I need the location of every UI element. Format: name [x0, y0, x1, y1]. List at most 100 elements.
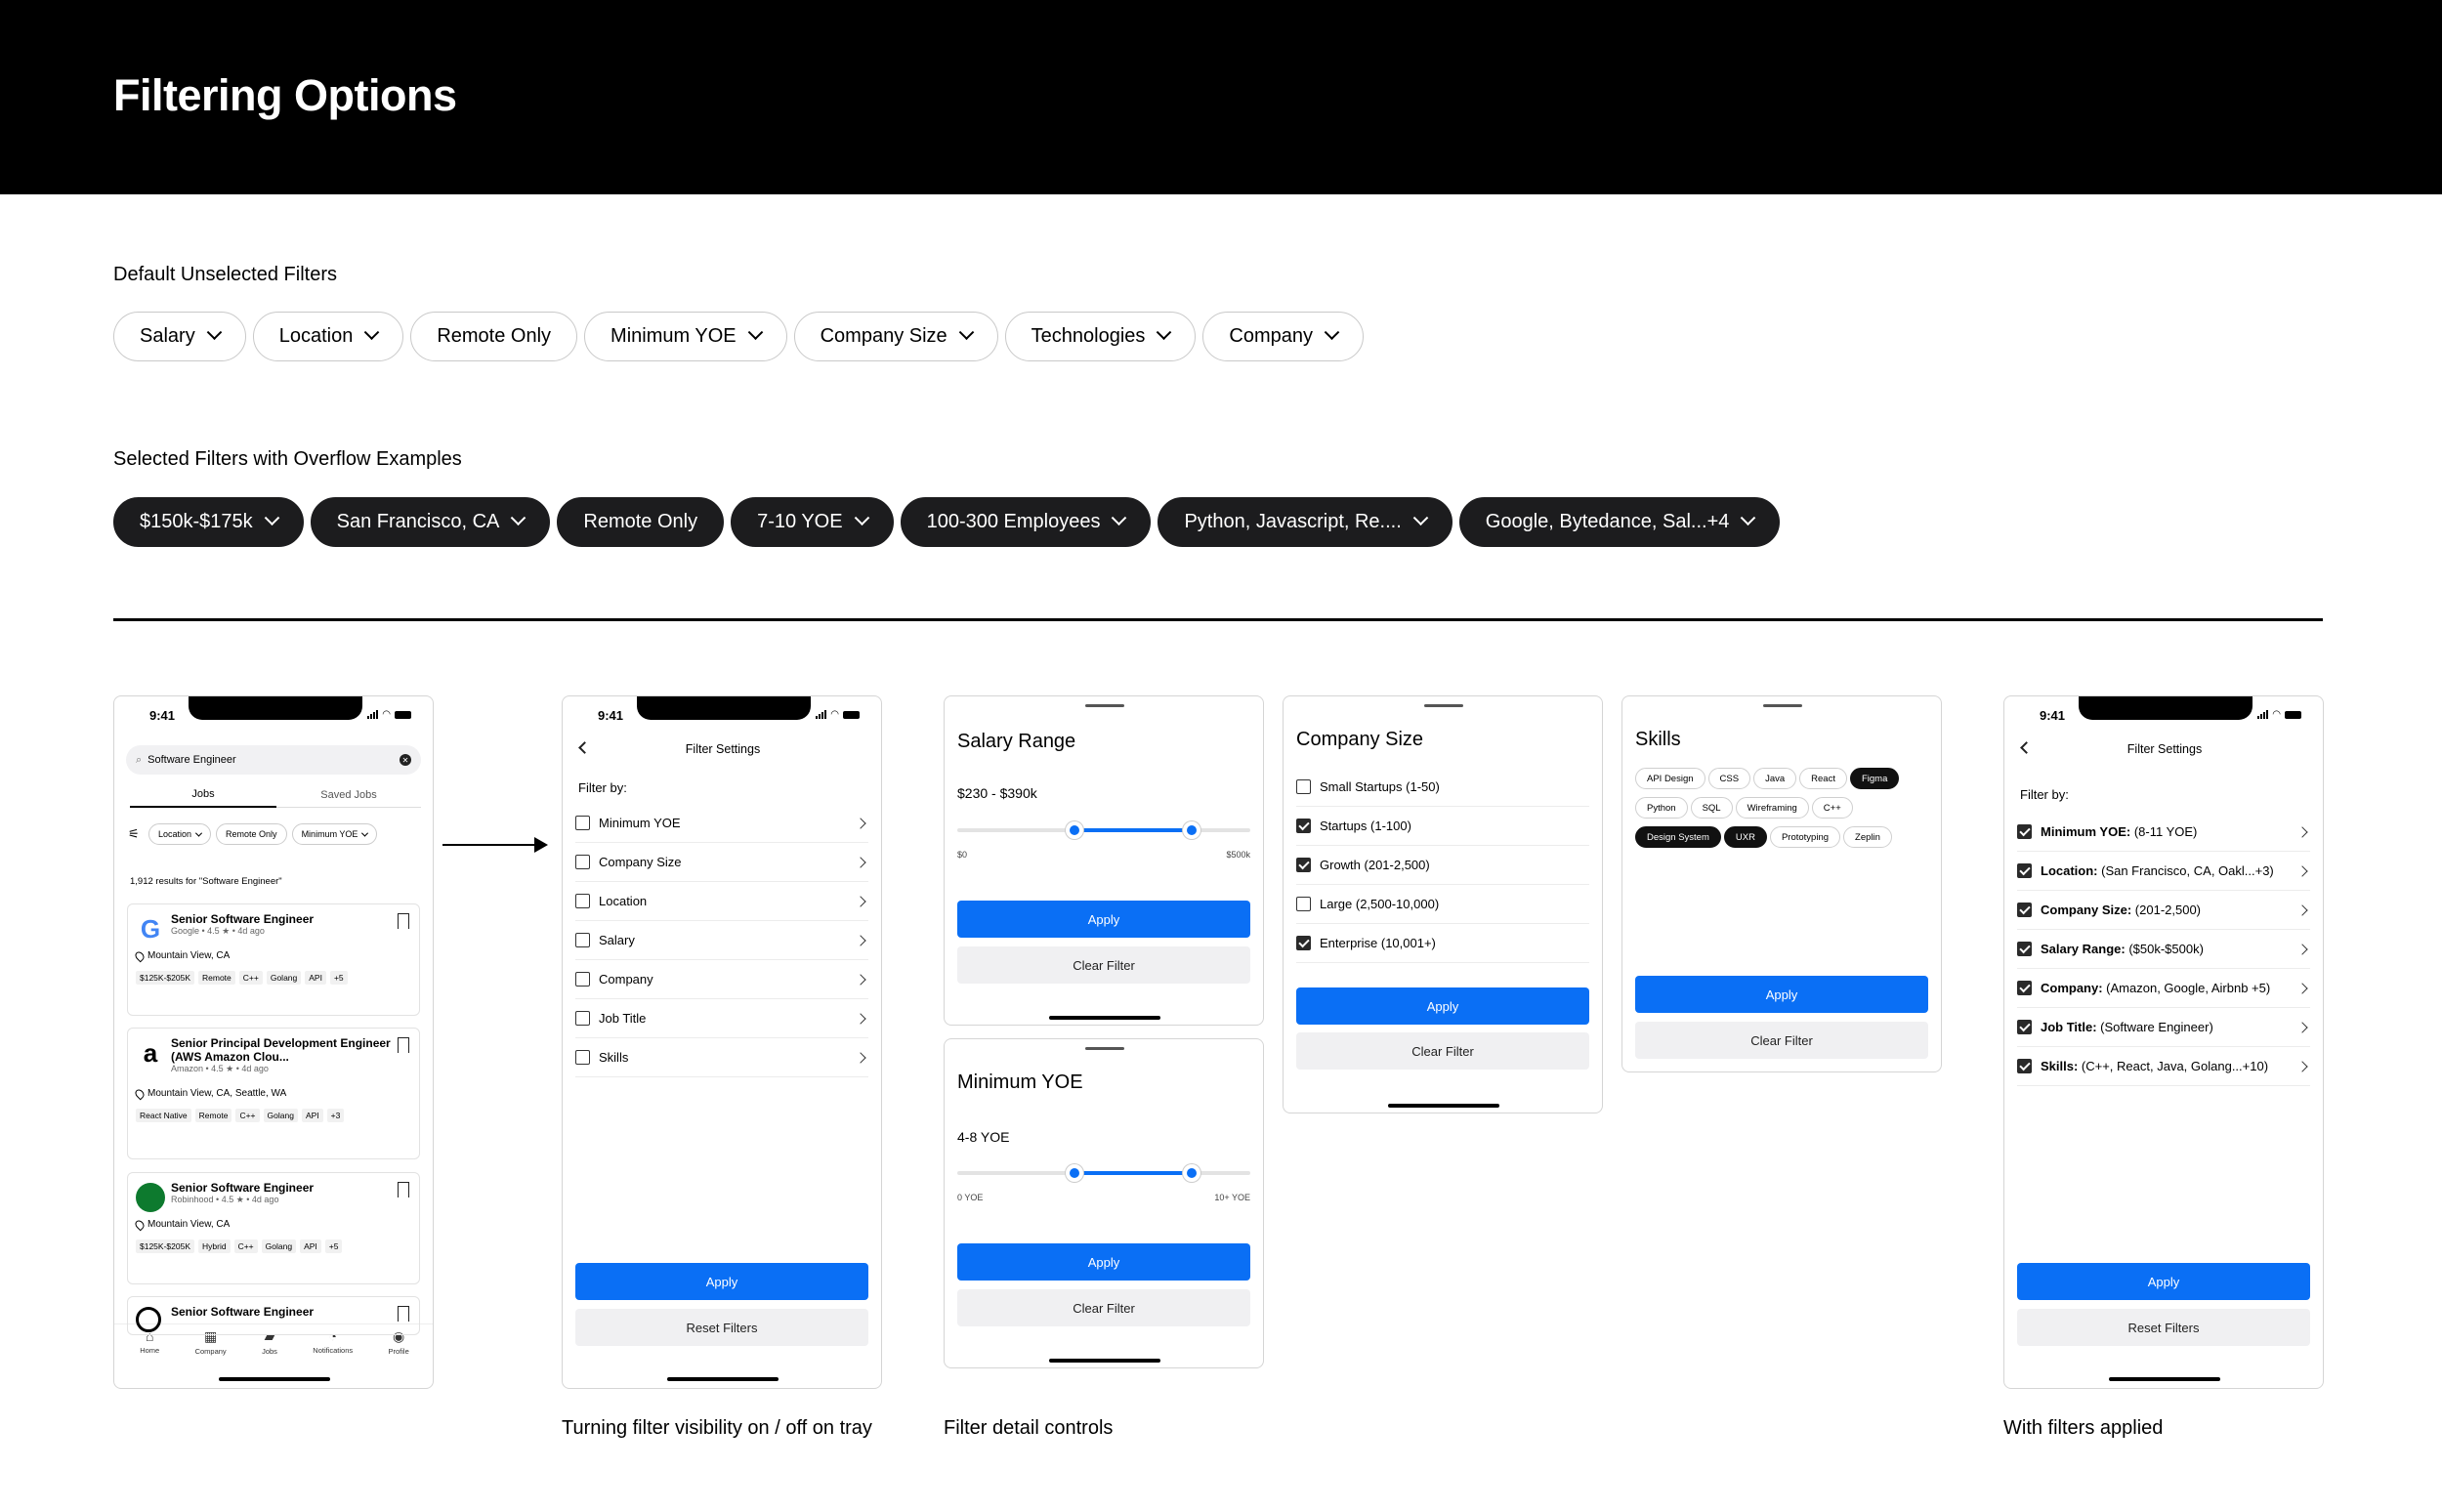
- filter-settings-icon[interactable]: ⚟: [128, 826, 144, 842]
- applied-filter-row[interactable]: Job Title: (Software Engineer): [2017, 1008, 2310, 1047]
- checkbox[interactable]: [575, 855, 590, 869]
- apply-button[interactable]: Apply: [1635, 976, 1928, 1013]
- bookmark-icon[interactable]: [398, 913, 409, 929]
- applied-filter-row[interactable]: Skills: (C++, React, Java, Golang...+10): [2017, 1047, 2310, 1086]
- grab-handle[interactable]: [1763, 704, 1802, 707]
- skill-tag[interactable]: Java: [1753, 768, 1797, 789]
- filter-chip-remote-only[interactable]: Remote Only: [410, 312, 578, 361]
- skill-tag[interactable]: Zeplin: [1843, 826, 1892, 848]
- clear-filter-button[interactable]: Clear Filter: [1296, 1032, 1589, 1070]
- checkbox-checked[interactable]: [2017, 824, 2032, 839]
- filter-chip-salary[interactable]: Salary: [113, 312, 246, 361]
- tab-jobs[interactable]: Jobs: [130, 782, 276, 808]
- checkbox-checked[interactable]: [1296, 936, 1311, 950]
- job-card[interactable]: Senior Software Engineer: [127, 1296, 420, 1335]
- checkbox[interactable]: [575, 1011, 590, 1026]
- checkbox[interactable]: [575, 894, 590, 908]
- selected-filter-chip[interactable]: Python, Javascript, Re....: [1158, 497, 1453, 547]
- skill-tag[interactable]: Prototyping: [1769, 826, 1841, 848]
- selected-filter-chip[interactable]: San Francisco, CA: [310, 497, 551, 547]
- checkbox[interactable]: [575, 933, 590, 947]
- skill-tag[interactable]: SQL: [1690, 797, 1733, 819]
- filter-chip-technologies[interactable]: Technologies: [1004, 312, 1197, 361]
- bookmark-icon[interactable]: [398, 1306, 409, 1322]
- filter-row-minimum-yoe[interactable]: Minimum YOE: [575, 804, 868, 843]
- skill-tag[interactable]: Figma: [1849, 768, 1900, 789]
- filter-row-salary[interactable]: Salary: [575, 921, 868, 960]
- skill-tag[interactable]: CSS: [1707, 768, 1751, 789]
- checkbox[interactable]: [575, 1050, 590, 1065]
- reset-filters-button[interactable]: Reset Filters: [575, 1309, 868, 1346]
- skill-tag[interactable]: API Design: [1635, 768, 1705, 789]
- salary-slider[interactable]: [957, 821, 1250, 839]
- apply-button[interactable]: Apply: [575, 1263, 868, 1300]
- skill-tag[interactable]: React: [1799, 768, 1847, 789]
- checkbox-checked[interactable]: [2017, 942, 2032, 956]
- filter-chip-minimum-yoe[interactable]: Minimum YOE: [584, 312, 787, 361]
- tab-saved-jobs[interactable]: Saved Jobs: [276, 782, 421, 808]
- company-size-option[interactable]: Enterprise (10,001+): [1296, 924, 1589, 963]
- applied-filter-row[interactable]: Location: (San Francisco, CA, Oakl...+3): [2017, 852, 2310, 891]
- apply-button[interactable]: Apply: [957, 901, 1250, 938]
- checkbox[interactable]: [575, 972, 590, 987]
- apply-button[interactable]: Apply: [957, 1243, 1250, 1281]
- company-size-option[interactable]: Large (2,500-10,000): [1296, 885, 1589, 924]
- filter-chip-location[interactable]: Location: [252, 312, 404, 361]
- slider-handle-min[interactable]: [1066, 821, 1083, 839]
- checkbox[interactable]: [575, 816, 590, 830]
- checkbox-checked[interactable]: [2017, 981, 2032, 995]
- company-size-option[interactable]: Small Startups (1-50): [1296, 768, 1589, 807]
- selected-filter-chip[interactable]: $150k-$175k: [113, 497, 304, 547]
- skill-tag[interactable]: Python: [1635, 797, 1688, 819]
- slider-handle-max[interactable]: [1183, 821, 1200, 839]
- filter-row-location[interactable]: Location: [575, 882, 868, 921]
- skill-tag[interactable]: UXR: [1723, 826, 1767, 848]
- bookmark-icon[interactable]: [398, 1182, 409, 1197]
- job-card[interactable]: Senior Software Engineer Robinhood • 4.5 …: [127, 1172, 420, 1284]
- filter-chip-company[interactable]: Company: [1202, 312, 1365, 361]
- applied-filter-row[interactable]: Company: (Amazon, Google, Airbnb +5): [2017, 969, 2310, 1008]
- search-filter-chip[interactable]: Location: [148, 823, 212, 845]
- selected-filter-chip[interactable]: Remote Only: [557, 497, 725, 547]
- search-filter-chip[interactable]: Remote Only: [216, 823, 287, 845]
- filter-row-company-size[interactable]: Company Size: [575, 843, 868, 882]
- checkbox[interactable]: [1296, 779, 1311, 794]
- apply-button[interactable]: Apply: [2017, 1263, 2310, 1300]
- applied-filter-row[interactable]: Company Size: (201-2,500): [2017, 891, 2310, 930]
- clear-search-icon[interactable]: ✕: [400, 754, 411, 766]
- applied-filter-row[interactable]: Minimum YOE: (8-11 YOE): [2017, 813, 2310, 852]
- search-filter-chip[interactable]: Minimum YOE: [291, 823, 378, 845]
- bookmark-icon[interactable]: [398, 1037, 409, 1053]
- skill-tag[interactable]: Wireframing: [1735, 797, 1809, 819]
- filter-row-company[interactable]: Company: [575, 960, 868, 999]
- checkbox-checked[interactable]: [2017, 903, 2032, 917]
- skill-tag[interactable]: C++: [1811, 797, 1853, 819]
- job-card[interactable]: a Senior Principal Development Engineer (…: [127, 1028, 420, 1159]
- checkbox-checked[interactable]: [2017, 1059, 2032, 1073]
- applied-filter-row[interactable]: Salary Range: ($50k-$500k): [2017, 930, 2310, 969]
- company-size-option[interactable]: Startups (1-100): [1296, 807, 1589, 846]
- job-card[interactable]: G Senior Software Engineer Google • 4.5 ★ …: [127, 903, 420, 1016]
- search-input[interactable]: ⌕ Software Engineer ✕: [126, 745, 421, 775]
- checkbox[interactable]: [1296, 897, 1311, 911]
- selected-filter-chip[interactable]: 100-300 Employees: [900, 497, 1152, 547]
- filter-chip-company-size[interactable]: Company Size: [793, 312, 998, 361]
- grab-handle[interactable]: [1085, 704, 1124, 707]
- checkbox-checked[interactable]: [1296, 858, 1311, 872]
- slider-handle-min[interactable]: [1066, 1164, 1083, 1182]
- skill-tag[interactable]: Design System: [1635, 826, 1721, 848]
- yoe-slider[interactable]: [957, 1164, 1250, 1182]
- reset-filters-button[interactable]: Reset Filters: [2017, 1309, 2310, 1346]
- slider-handle-max[interactable]: [1183, 1164, 1200, 1182]
- checkbox-checked[interactable]: [1296, 819, 1311, 833]
- grab-handle[interactable]: [1424, 704, 1463, 707]
- checkbox-checked[interactable]: [2017, 863, 2032, 878]
- filter-row-job-title[interactable]: Job Title: [575, 999, 868, 1038]
- clear-filter-button[interactable]: Clear Filter: [1635, 1022, 1928, 1059]
- checkbox-checked[interactable]: [2017, 1020, 2032, 1034]
- company-size-option[interactable]: Growth (201-2,500): [1296, 846, 1589, 885]
- selected-filter-chip[interactable]: 7-10 YOE: [731, 497, 894, 547]
- clear-filter-button[interactable]: Clear Filter: [957, 1289, 1250, 1326]
- clear-filter-button[interactable]: Clear Filter: [957, 946, 1250, 984]
- filter-row-skills[interactable]: Skills: [575, 1038, 868, 1077]
